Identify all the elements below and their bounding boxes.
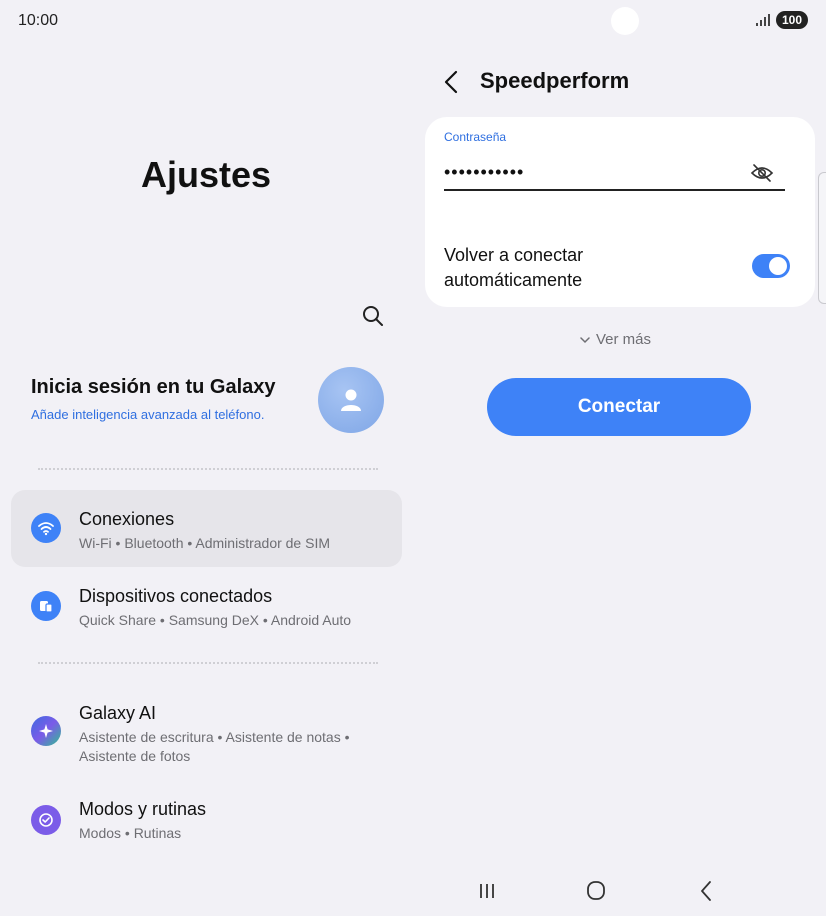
status-indicators: 100 [755,11,808,29]
divider [38,468,378,470]
auto-reconnect-toggle[interactable] [752,254,790,278]
recent-apps-icon[interactable] [473,878,501,904]
network-name: Speedperform [480,68,630,93]
view-more-label: Ver más [596,331,652,348]
password-field[interactable] [444,155,785,191]
account-signin[interactable]: Inicia sesión en tu Galaxy Añade intelig… [31,376,276,422]
settings-item-subtitle: Asistente de escritura • Asistente de no… [79,729,350,764]
divider [38,662,378,664]
settings-item-connections[interactable]: Conexiones Wi-Fi • Bluetooth • Administr… [11,490,402,567]
person-icon [341,389,361,411]
back-icon[interactable] [440,68,464,96]
devices-icon [31,591,61,621]
settings-item-title: Dispositivos conectados [79,586,273,606]
status-time: 10:00 [18,12,59,29]
routine-icon [31,805,61,835]
account-subtitle: Añade inteligencia avanzada al teléfono. [31,407,265,422]
back-nav-icon[interactable] [693,878,721,904]
settings-item-title: Conexiones [79,509,175,529]
camera-cutout [611,7,639,35]
settings-item-title: Galaxy AI [79,703,157,723]
toggle-knob [769,257,787,275]
settings-item-galaxy-ai[interactable]: Galaxy AI Asistente de escritura • Asist… [11,688,402,778]
settings-item-subtitle: Modos • Rutinas [79,825,182,841]
eye-off-icon[interactable] [750,162,774,184]
chevron-down-icon [580,336,590,343]
account-title: Inicia sesión en tu Galaxy [31,376,276,398]
settings-item-title: Modos y rutinas [79,799,207,819]
settings-item-subtitle: Quick Share • Samsung DeX • Android Auto [79,612,352,628]
connect-button[interactable]: Conectar [487,378,751,436]
signal-icon [755,14,770,26]
settings-item-subtitle: Wi-Fi • Bluetooth • Administrador de SIM [79,535,331,551]
auto-reconnect-label: Volver a conectar automáticamente [444,245,584,290]
view-more-button[interactable]: Ver más [580,331,651,348]
sparkle-icon [31,716,61,746]
home-icon[interactable] [582,878,610,904]
password-label: Contraseña [444,130,507,144]
avatar[interactable] [318,367,384,433]
search-icon[interactable] [360,303,386,329]
side-panel-handle[interactable] [818,172,826,304]
settings-item-connected-devices[interactable]: Dispositivos conectados Quick Share • Sa… [11,568,402,645]
wifi-icon [31,513,61,543]
password-card: Contraseña Volver a conectar automáticam… [425,117,815,307]
page-title: Ajustes [140,154,272,195]
settings-item-modes-routines[interactable]: Modos y rutinas Modos • Rutinas [11,786,402,856]
battery-badge: 100 [775,11,808,29]
